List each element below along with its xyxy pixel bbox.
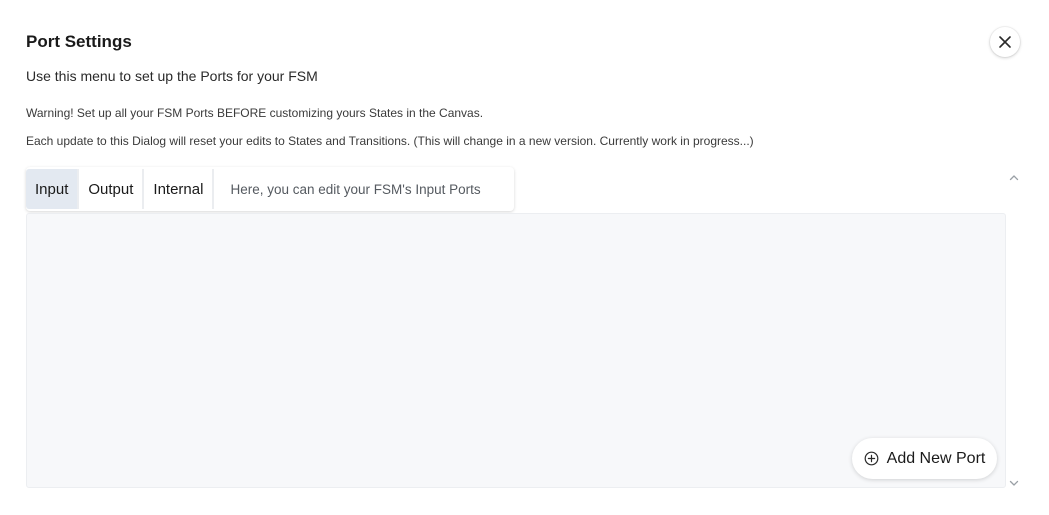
port-type-tabs: Input Output Internal Here, you can edit…	[26, 167, 514, 211]
port-settings-dialog: Port Settings Use this menu to set up th…	[0, 0, 1049, 515]
add-new-port-label: Add New Port	[886, 449, 986, 467]
tab-internal[interactable]: Internal	[144, 169, 213, 209]
plus-circle-icon	[864, 451, 879, 466]
reset-note-text: Each update to this Dialog will reset yo…	[26, 134, 754, 148]
close-button[interactable]	[990, 27, 1020, 57]
scroll-down-button[interactable]	[1008, 475, 1020, 486]
warning-text: Warning! Set up all your FSM Ports BEFOR…	[26, 106, 484, 120]
scroll-up-button[interactable]	[1008, 170, 1020, 181]
dialog-title: Port Settings	[26, 32, 132, 51]
tab-output[interactable]: Output	[79, 169, 143, 209]
chevron-down-icon	[1009, 480, 1019, 486]
tab-hint-text: Here, you can edit your FSM's Input Port…	[230, 181, 481, 197]
add-new-port-button[interactable]: Add New Port	[852, 438, 997, 479]
tab-input[interactable]: Input	[26, 169, 78, 209]
close-icon	[999, 36, 1011, 48]
chevron-up-icon	[1009, 175, 1019, 181]
dialog-subtitle: Use this menu to set up the Ports for yo…	[26, 68, 318, 84]
tab-divider	[212, 169, 215, 209]
